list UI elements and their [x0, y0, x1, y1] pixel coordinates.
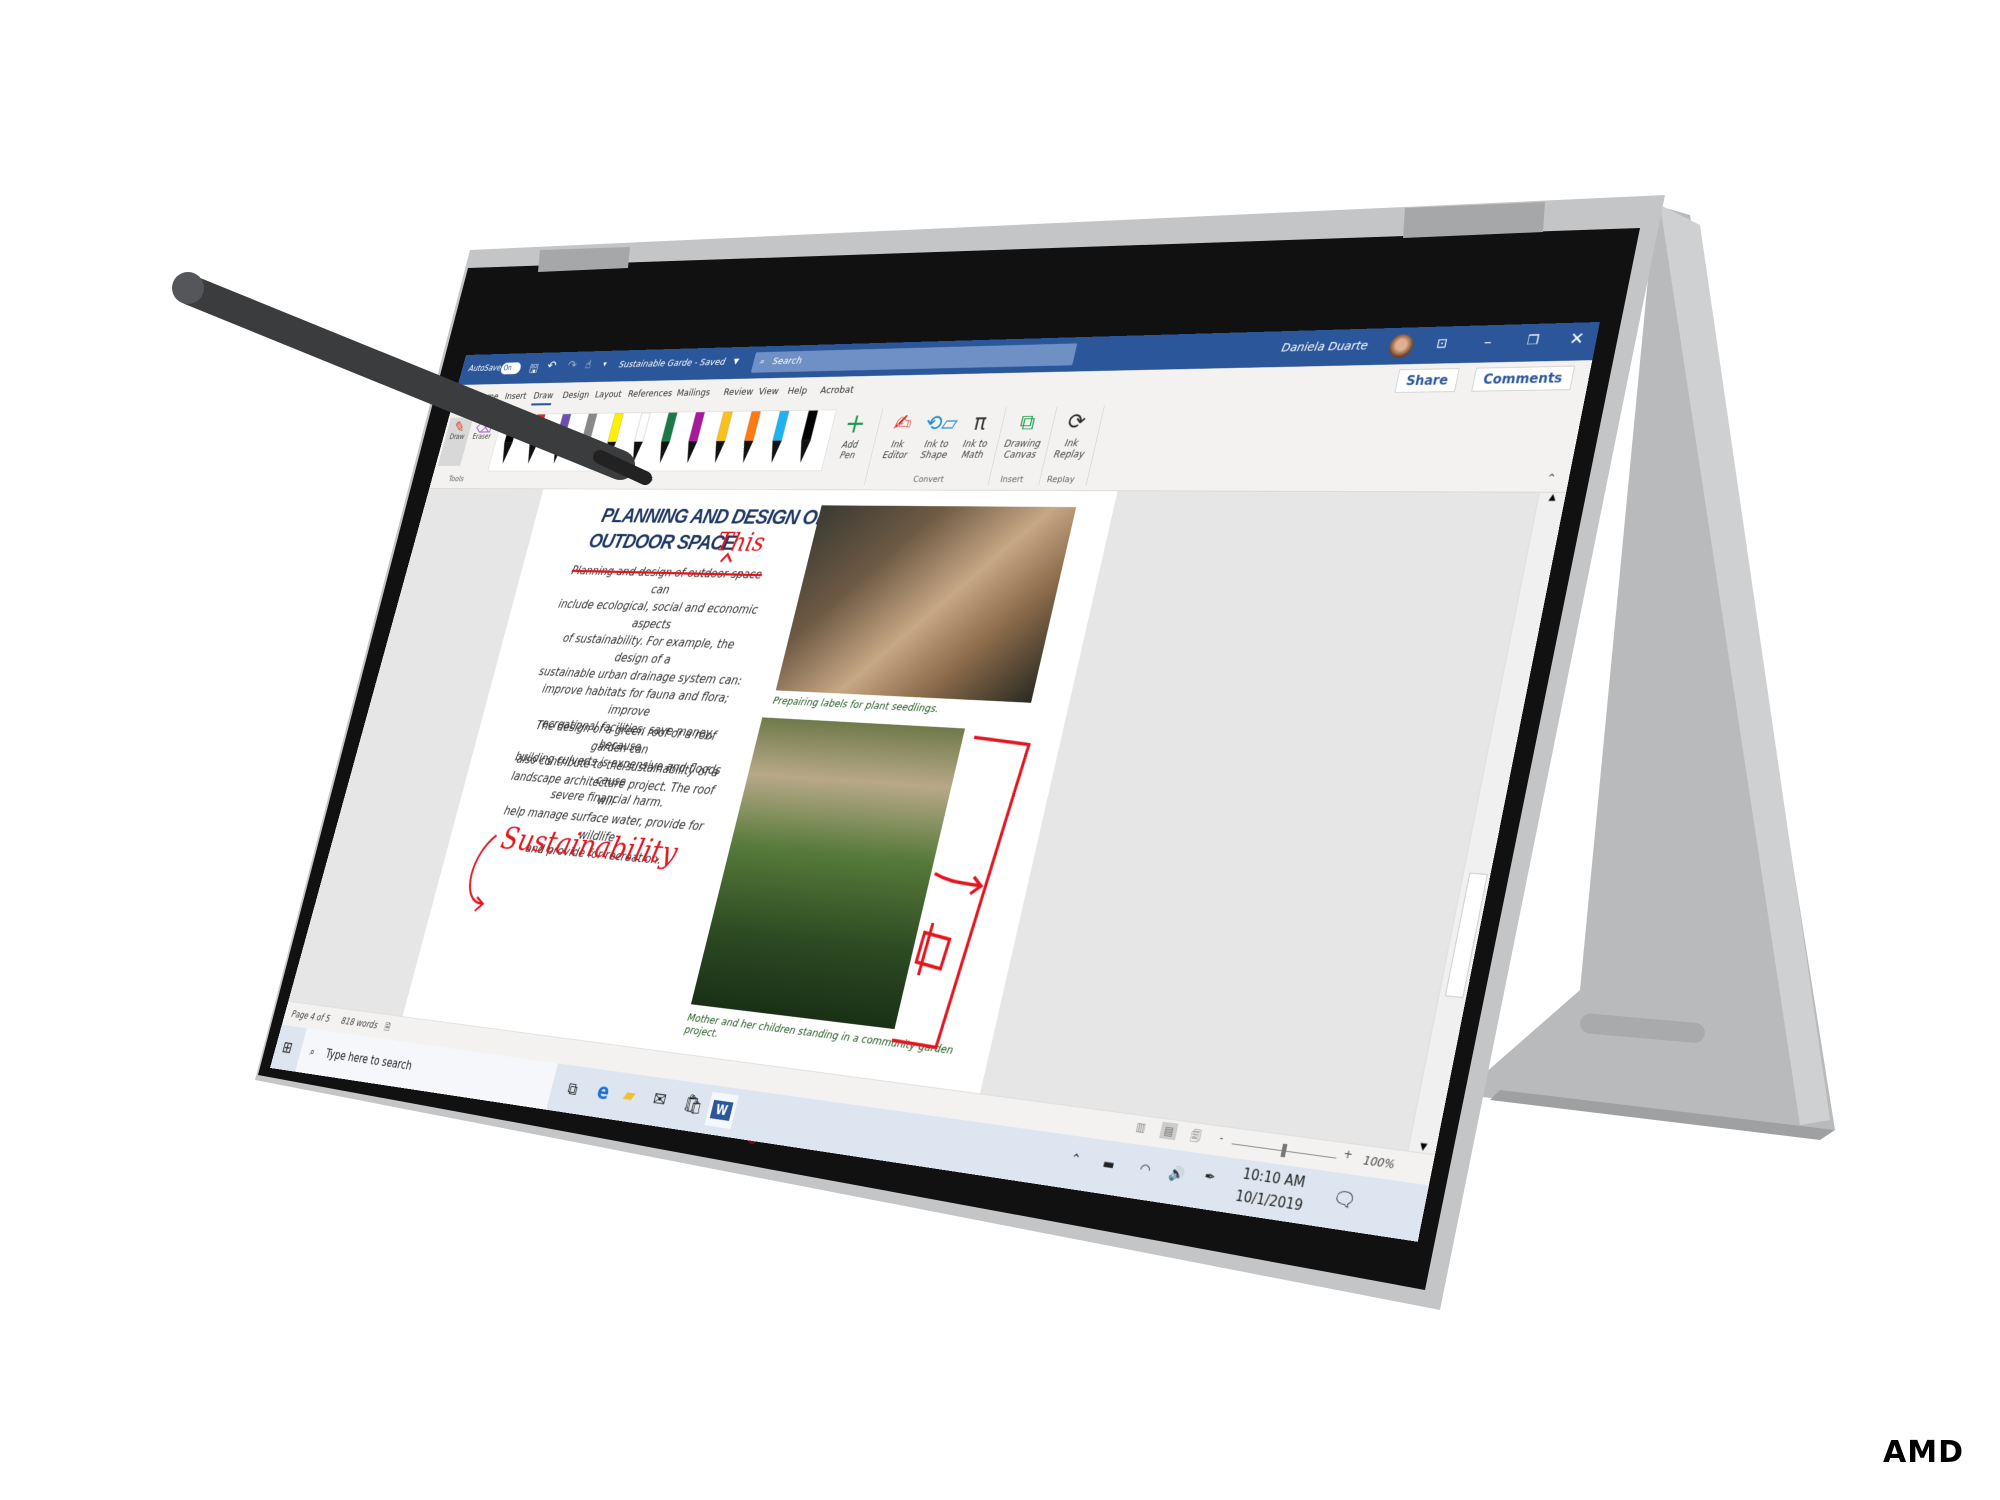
stylus-pen	[172, 272, 652, 485]
pen-body	[175, 275, 635, 480]
amd-logo: AMD	[1883, 1435, 1964, 1470]
pen-cap	[172, 272, 204, 304]
